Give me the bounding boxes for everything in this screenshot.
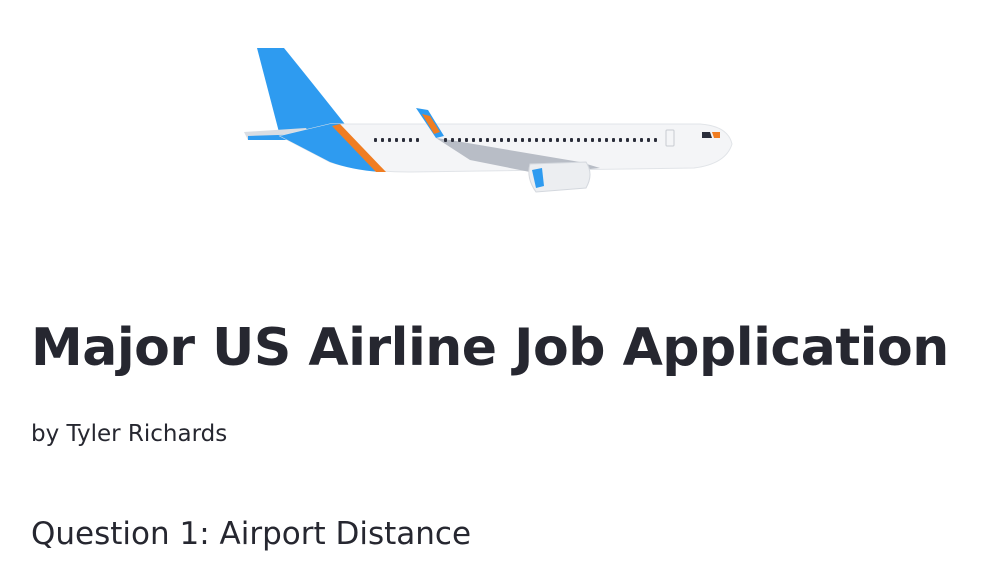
window <box>388 138 391 142</box>
window <box>570 138 573 142</box>
window <box>528 138 531 142</box>
window <box>591 138 594 142</box>
window <box>486 138 489 142</box>
window-row <box>374 138 657 142</box>
window <box>402 138 405 142</box>
author-byline: by Tyler Richards <box>31 421 228 447</box>
window <box>479 138 482 142</box>
window <box>640 138 643 142</box>
airplane-image <box>240 40 740 200</box>
window <box>549 138 552 142</box>
window <box>514 138 517 142</box>
window <box>633 138 636 142</box>
window <box>612 138 615 142</box>
window <box>584 138 587 142</box>
window <box>451 138 454 142</box>
window <box>500 138 503 142</box>
window <box>395 138 398 142</box>
window <box>381 138 384 142</box>
page-title: Major US Airline Job Application <box>31 318 949 378</box>
window <box>507 138 510 142</box>
window <box>598 138 601 142</box>
window <box>577 138 580 142</box>
window <box>472 138 475 142</box>
window <box>416 138 419 142</box>
window <box>605 138 608 142</box>
window <box>563 138 566 142</box>
window <box>542 138 545 142</box>
window <box>374 138 377 142</box>
section-heading: Question 1: Airport Distance <box>31 516 472 552</box>
window <box>444 138 447 142</box>
window <box>535 138 538 142</box>
window <box>458 138 461 142</box>
window <box>626 138 629 142</box>
window <box>493 138 496 142</box>
airplane-illustration <box>244 48 733 193</box>
window <box>556 138 559 142</box>
window <box>409 138 412 142</box>
window <box>647 138 650 142</box>
window <box>521 138 524 142</box>
window <box>465 138 468 142</box>
window <box>619 138 622 142</box>
window <box>654 138 657 142</box>
